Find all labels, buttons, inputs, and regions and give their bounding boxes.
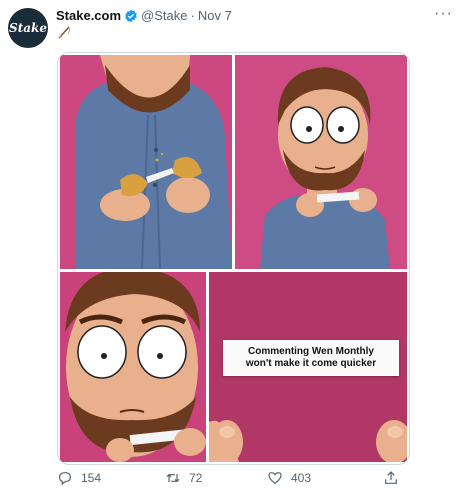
separator-dot: · [190, 8, 195, 23]
fortune-message-line-2: won't make it come quicker [245, 358, 377, 369]
tweet-actions: 154 72 403 [57, 470, 408, 490]
verified-badge-icon [125, 9, 137, 22]
fortune-message: Commenting Wen Monthly won't make it com… [223, 340, 399, 376]
comic-panel-3 [60, 272, 206, 462]
avatar-logo-text: Stake [9, 21, 47, 35]
reply-icon [59, 472, 71, 486]
tweet-date[interactable]: Nov 7 [198, 8, 232, 23]
tweet-media[interactable]: Commenting Wen Monthly won't make it com… [57, 52, 410, 465]
share-button[interactable] [383, 470, 407, 486]
like-button[interactable]: 403 [267, 470, 311, 486]
comic-panel-4: Commenting Wen Monthly won't make it com… [209, 272, 407, 462]
reply-button[interactable]: 154 [57, 470, 101, 486]
handle[interactable]: @Stake [141, 8, 187, 23]
display-name[interactable]: Stake.com [56, 8, 121, 23]
man-reading-illustration [235, 55, 407, 269]
fortune-cookie-illustration [60, 55, 232, 269]
comic-panel-1 [60, 55, 232, 269]
comic-panel-2 [235, 55, 407, 269]
retweet-count: 72 [189, 471, 203, 485]
like-count: 403 [291, 471, 312, 485]
more-options-icon[interactable]: ··· [434, 5, 453, 23]
fortune-message-line-1: Commenting Wen Monthly [248, 346, 374, 357]
share-icon [385, 471, 397, 484]
avatar[interactable]: Stake [8, 8, 48, 48]
fishing-pole-icon [58, 26, 70, 39]
retweet-button[interactable]: 72 [165, 470, 202, 486]
man-closeup-illustration [60, 272, 206, 462]
tweet-header: Stake.com @Stake · Nov 7 [56, 8, 232, 23]
heart-icon [268, 472, 282, 485]
retweet-icon [166, 473, 180, 483]
reply-count: 154 [81, 471, 102, 485]
